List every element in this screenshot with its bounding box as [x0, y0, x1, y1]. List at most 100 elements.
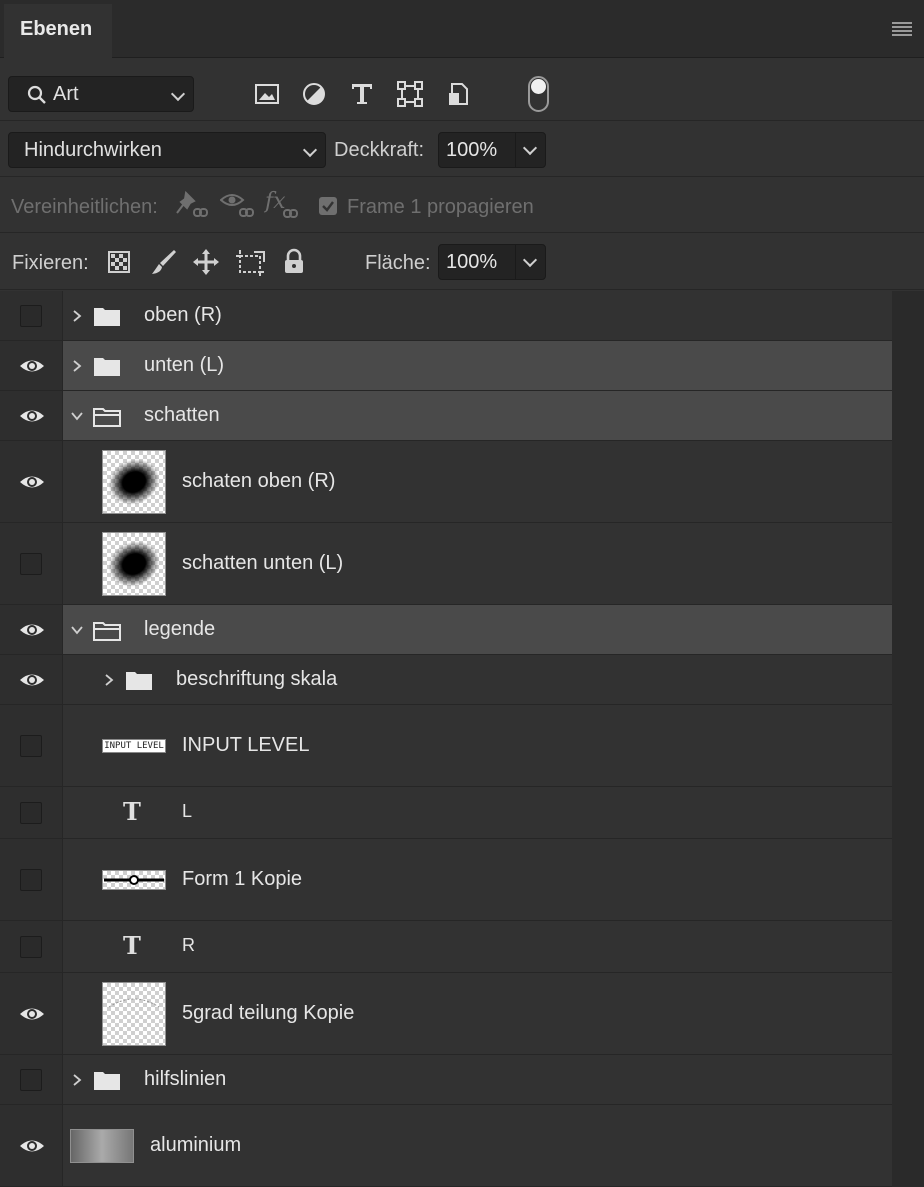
- layer-body[interactable]: schatten unten (L): [63, 523, 892, 604]
- unify-position-icon[interactable]: [176, 191, 210, 221]
- layer-name[interactable]: hilfslinien: [144, 1068, 226, 1091]
- layer-body[interactable]: unten (L): [63, 341, 892, 390]
- chevron-right-icon[interactable]: [71, 360, 83, 372]
- layer-body[interactable]: TL: [63, 787, 892, 838]
- chevron-down-icon[interactable]: [522, 140, 538, 156]
- layer-name[interactable]: aluminium: [150, 1134, 241, 1157]
- layer-name[interactable]: INPUT LEVEL: [182, 734, 309, 757]
- visibility-cell[interactable]: [0, 705, 63, 786]
- layer-name[interactable]: schaten oben (R): [182, 470, 335, 493]
- layer-body[interactable]: legende: [63, 605, 892, 654]
- visibility-cell[interactable]: [0, 341, 63, 390]
- layer-row[interactable]: legende: [0, 605, 892, 655]
- shape-filter-icon[interactable]: [397, 81, 423, 107]
- layer-body[interactable]: TR: [63, 921, 892, 972]
- blend-mode-select[interactable]: Hindurchwirken: [8, 132, 326, 168]
- layer-name[interactable]: oben (R): [144, 304, 222, 327]
- tab-ebenen[interactable]: Ebenen: [4, 4, 112, 58]
- layer-body[interactable]: INPUT LEVEL INPUT LEVEL: [63, 705, 892, 786]
- visibility-cell[interactable]: [0, 839, 63, 920]
- layer-row[interactable]: schatten: [0, 391, 892, 441]
- eye-visibility-icon[interactable]: [19, 1005, 45, 1023]
- lock-all-icon[interactable]: [283, 248, 305, 276]
- layer-row[interactable]: Form 1 Kopie: [0, 839, 892, 921]
- layer-name[interactable]: legende: [144, 618, 215, 641]
- visibility-checkbox[interactable]: [20, 553, 42, 575]
- chevron-down-icon[interactable]: [522, 252, 538, 268]
- visibility-cell[interactable]: [0, 605, 63, 654]
- visibility-cell[interactable]: [0, 523, 63, 604]
- layer-body[interactable]: beschriftung skala: [63, 655, 892, 704]
- propagate-checkbox[interactable]: [319, 197, 337, 215]
- layer-row[interactable]: beschriftung skala: [0, 655, 892, 705]
- layer-row[interactable]: TL: [0, 787, 892, 839]
- visibility-checkbox[interactable]: [20, 305, 42, 327]
- filter-toggle[interactable]: [528, 76, 549, 112]
- visibility-cell[interactable]: [0, 391, 63, 440]
- layer-name[interactable]: schatten: [144, 404, 220, 427]
- eye-visibility-icon[interactable]: [19, 473, 45, 491]
- layers-scrollbar[interactable]: [892, 291, 924, 1187]
- visibility-cell[interactable]: [0, 1105, 63, 1186]
- layer-row[interactable]: unten (L): [0, 341, 892, 391]
- visibility-checkbox[interactable]: [20, 936, 42, 958]
- chevron-down-icon[interactable]: [71, 410, 83, 422]
- layer-row[interactable]: schaten oben (R): [0, 441, 892, 523]
- layer-body[interactable]: aluminium: [63, 1105, 892, 1186]
- layer-body[interactable]: Form 1 Kopie: [63, 839, 892, 920]
- layer-row[interactable]: oben (R): [0, 291, 892, 341]
- chevron-right-icon[interactable]: [103, 674, 115, 686]
- adjustment-filter-icon[interactable]: [301, 81, 327, 107]
- smart-object-filter-icon[interactable]: [445, 81, 471, 107]
- lock-position-move-icon[interactable]: [192, 248, 220, 276]
- layer-body[interactable]: hilfslinien: [63, 1055, 892, 1104]
- layer-row[interactable]: INPUT LEVEL INPUT LEVEL: [0, 705, 892, 787]
- unify-style-fx-icon[interactable]: fx: [264, 188, 300, 222]
- layer-row[interactable]: aluminium: [0, 1105, 892, 1187]
- layer-row[interactable]: 5grad teilung Kopie: [0, 973, 892, 1055]
- layer-body[interactable]: oben (R): [63, 291, 892, 340]
- eye-visibility-icon[interactable]: [19, 357, 45, 375]
- layer-name[interactable]: unten (L): [144, 354, 224, 377]
- visibility-cell[interactable]: [0, 655, 63, 704]
- layer-row[interactable]: schatten unten (L): [0, 523, 892, 605]
- visibility-cell[interactable]: [0, 441, 63, 522]
- visibility-checkbox[interactable]: [20, 1069, 42, 1091]
- filter-kind-select[interactable]: Art: [8, 76, 194, 112]
- visibility-cell[interactable]: [0, 787, 63, 838]
- layer-body[interactable]: schaten oben (R): [63, 441, 892, 522]
- visibility-cell[interactable]: [0, 1055, 63, 1104]
- eye-visibility-icon[interactable]: [19, 1137, 45, 1155]
- lock-artboard-icon[interactable]: [236, 248, 266, 276]
- eye-visibility-icon[interactable]: [19, 407, 45, 425]
- chevron-down-icon[interactable]: [71, 624, 83, 636]
- lock-pixels-brush-icon[interactable]: [150, 248, 178, 276]
- panel-menu-icon[interactable]: [892, 22, 912, 36]
- chevron-right-icon[interactable]: [71, 310, 83, 322]
- layer-row[interactable]: TR: [0, 921, 892, 973]
- visibility-cell[interactable]: [0, 291, 63, 340]
- lock-transparency-icon[interactable]: [108, 251, 130, 273]
- image-filter-icon[interactable]: [254, 81, 280, 107]
- chevron-right-icon[interactable]: [71, 1074, 83, 1086]
- eye-visibility-icon[interactable]: [19, 621, 45, 639]
- layer-name[interactable]: schatten unten (L): [182, 552, 343, 575]
- visibility-checkbox[interactable]: [20, 735, 42, 757]
- eye-visibility-icon[interactable]: [19, 671, 45, 689]
- type-filter-icon[interactable]: [349, 81, 375, 107]
- layer-name[interactable]: L: [182, 801, 192, 822]
- layer-name[interactable]: R: [182, 935, 195, 956]
- visibility-checkbox[interactable]: [20, 869, 42, 891]
- layer-body[interactable]: 5grad teilung Kopie: [63, 973, 892, 1054]
- layer-body[interactable]: schatten: [63, 391, 892, 440]
- layer-name[interactable]: Form 1 Kopie: [182, 868, 302, 891]
- visibility-cell[interactable]: [0, 973, 63, 1054]
- visibility-cell[interactable]: [0, 921, 63, 972]
- opacity-input[interactable]: 100%: [438, 132, 546, 168]
- layer-row[interactable]: hilfslinien: [0, 1055, 892, 1105]
- layer-name[interactable]: beschriftung skala: [176, 668, 337, 691]
- fill-input[interactable]: 100%: [438, 244, 546, 280]
- layer-name[interactable]: 5grad teilung Kopie: [182, 1002, 354, 1025]
- unify-visibility-icon[interactable]: [220, 191, 256, 221]
- visibility-checkbox[interactable]: [20, 802, 42, 824]
